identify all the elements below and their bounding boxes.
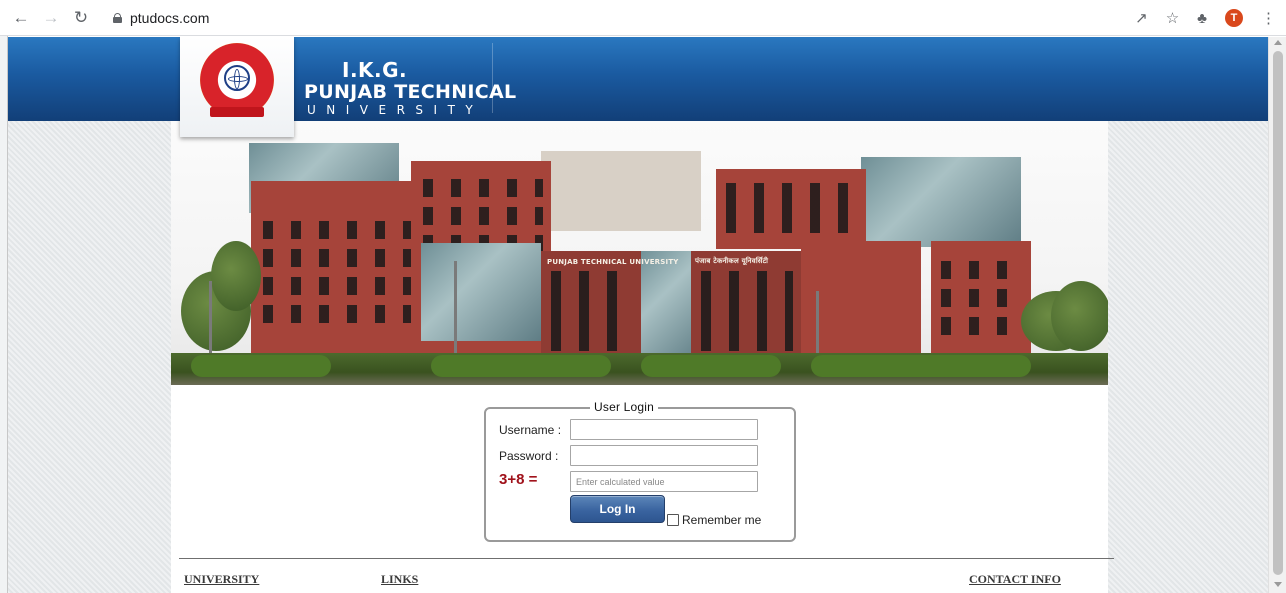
captcha-input[interactable] bbox=[570, 471, 758, 492]
window-rows-far-right bbox=[941, 251, 1025, 335]
footer-link-links[interactable]: LINKS bbox=[381, 572, 418, 587]
url-text[interactable]: ptudocs.com bbox=[130, 10, 209, 26]
scroll-up-arrow-icon[interactable] bbox=[1274, 40, 1282, 45]
tree-far-left bbox=[211, 241, 261, 311]
captcha-question: 3+8 = bbox=[499, 471, 538, 488]
footer-link-university[interactable]: UNIVERSITY bbox=[184, 572, 259, 587]
star-icon[interactable]: ☆ bbox=[1166, 9, 1179, 27]
lock-icon[interactable] bbox=[113, 13, 122, 23]
footer-divider bbox=[179, 558, 1114, 559]
sign-english: PUNJAB TECHNICAL UNIVERSITY bbox=[547, 258, 679, 266]
vertical-scrollbar[interactable] bbox=[1268, 37, 1286, 593]
tree-far-right bbox=[1051, 281, 1108, 351]
username-input[interactable] bbox=[570, 419, 758, 440]
windows-upper-right bbox=[726, 183, 856, 233]
login-fieldset: User Login Username : Password : 3+8 = L… bbox=[484, 400, 796, 542]
campus-photo: PUNJAB TECHNICAL UNIVERSITY पंजाब टेकनीक… bbox=[171, 121, 1108, 385]
hedge-1 bbox=[191, 355, 331, 377]
windows-center-right bbox=[701, 271, 793, 351]
windows-center-left bbox=[551, 271, 635, 351]
glass-center-left bbox=[421, 243, 541, 341]
back-arrow-icon[interactable]: ← bbox=[8, 5, 34, 31]
profile-avatar[interactable]: T bbox=[1225, 9, 1243, 27]
address-bar[interactable]: ptudocs.com bbox=[113, 6, 209, 30]
browser-toolbar: ← → ↻ ptudocs.com ↗ ☆ ♣ T ⋮ bbox=[0, 0, 1286, 36]
atom-emblem-icon bbox=[224, 65, 250, 91]
sign-hindi: पंजाब टेकनीकल यूनिवर्सिटी bbox=[695, 257, 769, 265]
forward-arrow-icon[interactable]: → bbox=[38, 5, 64, 31]
glass-facade-right bbox=[861, 157, 1021, 247]
seal-ribbon bbox=[210, 107, 264, 117]
stone-tower bbox=[541, 151, 701, 231]
main-content: User Login Username : Password : 3+8 = L… bbox=[171, 385, 1114, 593]
password-input[interactable] bbox=[570, 445, 758, 466]
glass-center-right bbox=[639, 251, 699, 361]
window-rows-left bbox=[263, 211, 413, 331]
page-viewport: PUNJAB TECHNICAL UNIVERSITY पंजाब टेकनीक… bbox=[8, 37, 1268, 593]
brand-line-1: I.K.G. bbox=[342, 58, 408, 82]
university-seal bbox=[200, 43, 274, 117]
university-logo[interactable] bbox=[180, 37, 294, 137]
share-icon[interactable]: ↗ bbox=[1135, 9, 1148, 27]
brand-line-3: UNIVERSITY bbox=[307, 103, 484, 117]
footer-link-contact[interactable]: CONTACT INFO bbox=[969, 572, 1061, 587]
brand-wordmark: I.K.G. PUNJAB TECHNICAL UNIVERSITY bbox=[304, 59, 516, 117]
remember-label[interactable]: Remember me bbox=[682, 513, 761, 527]
window-edge bbox=[0, 36, 8, 593]
username-label: Username : bbox=[499, 423, 562, 437]
hedge-3 bbox=[641, 355, 781, 377]
extensions-icon[interactable]: ♣ bbox=[1197, 10, 1207, 27]
login-legend: User Login bbox=[590, 400, 659, 414]
scroll-thumb[interactable] bbox=[1273, 51, 1283, 575]
menu-dots-icon[interactable]: ⋮ bbox=[1261, 9, 1276, 27]
login-button[interactable]: Log In bbox=[570, 495, 665, 523]
password-label: Password : bbox=[499, 449, 559, 463]
hedge-2 bbox=[431, 355, 611, 377]
reload-icon[interactable]: ↻ bbox=[68, 5, 94, 31]
remember-me[interactable]: Remember me bbox=[667, 513, 761, 527]
scroll-down-arrow-icon[interactable] bbox=[1274, 582, 1282, 587]
brand-line-2: PUNJAB TECHNICAL bbox=[304, 81, 517, 103]
brick-wing-right bbox=[801, 241, 921, 361]
hedge-4 bbox=[811, 355, 1031, 377]
remember-checkbox[interactable] bbox=[667, 514, 679, 526]
